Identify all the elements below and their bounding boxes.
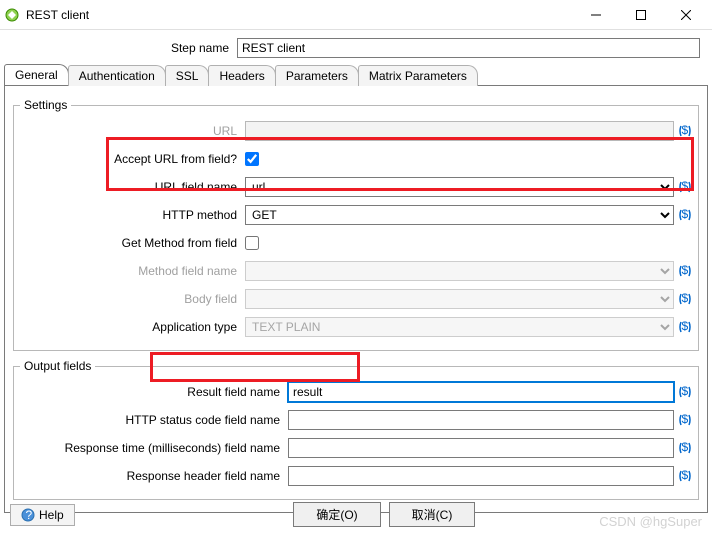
accept-url-label: Accept URL from field? <box>20 152 245 166</box>
status-field-label: HTTP status code field name <box>20 413 288 427</box>
tab-headers[interactable]: Headers <box>208 65 275 86</box>
help-icon: ? <box>21 508 35 522</box>
step-name-label: Step name <box>12 41 237 55</box>
tab-general[interactable]: General <box>4 64 69 85</box>
result-field-input[interactable] <box>288 382 674 402</box>
variable-icon[interactable]: $ <box>678 385 692 399</box>
settings-legend: Settings <box>20 98 71 112</box>
result-field-label: Result field name <box>20 385 288 399</box>
resp-header-input[interactable] <box>288 466 674 486</box>
tab-ssl[interactable]: SSL <box>165 65 210 86</box>
variable-icon[interactable]: $ <box>678 180 692 194</box>
variable-icon[interactable]: $ <box>678 208 692 222</box>
svg-text:$: $ <box>682 208 689 221</box>
app-type-select: TEXT PLAIN <box>245 317 674 337</box>
svg-text:$: $ <box>682 124 689 137</box>
variable-icon[interactable]: $ <box>678 413 692 427</box>
watermark: CSDN @hgSuper <box>599 514 702 529</box>
variable-icon[interactable]: $ <box>678 292 692 306</box>
svg-text:$: $ <box>682 385 689 398</box>
svg-text:$: $ <box>682 180 689 193</box>
url-input <box>245 121 674 141</box>
settings-group: Settings URL $ Accept URL from field? UR… <box>13 98 699 351</box>
method-field-label: Method field name <box>20 264 245 278</box>
accept-url-checkbox[interactable] <box>245 152 259 166</box>
tab-panel: Settings URL $ Accept URL from field? UR… <box>4 85 708 513</box>
minimize-button[interactable] <box>573 1 618 29</box>
variable-icon[interactable]: $ <box>678 441 692 455</box>
step-name-input[interactable] <box>237 38 700 58</box>
window-title: REST client <box>26 8 573 22</box>
maximize-button[interactable] <box>618 1 663 29</box>
tabs: General Authentication SSL Headers Param… <box>0 64 712 85</box>
title-bar: REST client <box>0 0 712 30</box>
status-field-input[interactable] <box>288 410 674 430</box>
method-from-field-checkbox[interactable] <box>245 236 259 250</box>
body-field-select <box>245 289 674 309</box>
svg-text:$: $ <box>682 292 689 305</box>
svg-text:$: $ <box>682 264 689 277</box>
help-button[interactable]: ? Help <box>10 504 75 526</box>
http-method-select[interactable]: GET <box>245 205 674 225</box>
body-field-label: Body field <box>20 292 245 306</box>
method-from-field-label: Get Method from field <box>20 236 245 250</box>
url-label: URL <box>20 124 245 138</box>
output-group: Output fields Result field name $ HTTP s… <box>13 359 699 500</box>
http-method-label: HTTP method <box>20 208 245 222</box>
svg-text:$: $ <box>682 413 689 426</box>
resp-header-label: Response header field name <box>20 469 288 483</box>
variable-icon[interactable]: $ <box>678 264 692 278</box>
variable-icon[interactable]: $ <box>678 469 692 483</box>
cancel-button[interactable]: 取消(C) <box>389 502 476 527</box>
method-field-select <box>245 261 674 281</box>
output-legend: Output fields <box>20 359 95 373</box>
svg-text:$: $ <box>682 441 689 454</box>
app-type-label: Application type <box>20 320 245 334</box>
ok-button[interactable]: 确定(O) <box>293 502 380 527</box>
app-icon <box>4 7 20 23</box>
url-field-label: URL field name <box>20 180 245 194</box>
resp-time-label: Response time (milliseconds) field name <box>20 441 288 455</box>
svg-text:?: ? <box>26 508 33 522</box>
close-button[interactable] <box>663 1 708 29</box>
variable-icon[interactable]: $ <box>678 320 692 334</box>
url-field-select[interactable]: url <box>245 177 674 197</box>
tab-matrix-parameters[interactable]: Matrix Parameters <box>358 65 478 86</box>
resp-time-input[interactable] <box>288 438 674 458</box>
tab-authentication[interactable]: Authentication <box>68 65 166 86</box>
tab-parameters[interactable]: Parameters <box>275 65 359 86</box>
svg-text:$: $ <box>682 469 689 482</box>
variable-icon[interactable]: $ <box>678 124 692 138</box>
svg-text:$: $ <box>682 320 689 333</box>
